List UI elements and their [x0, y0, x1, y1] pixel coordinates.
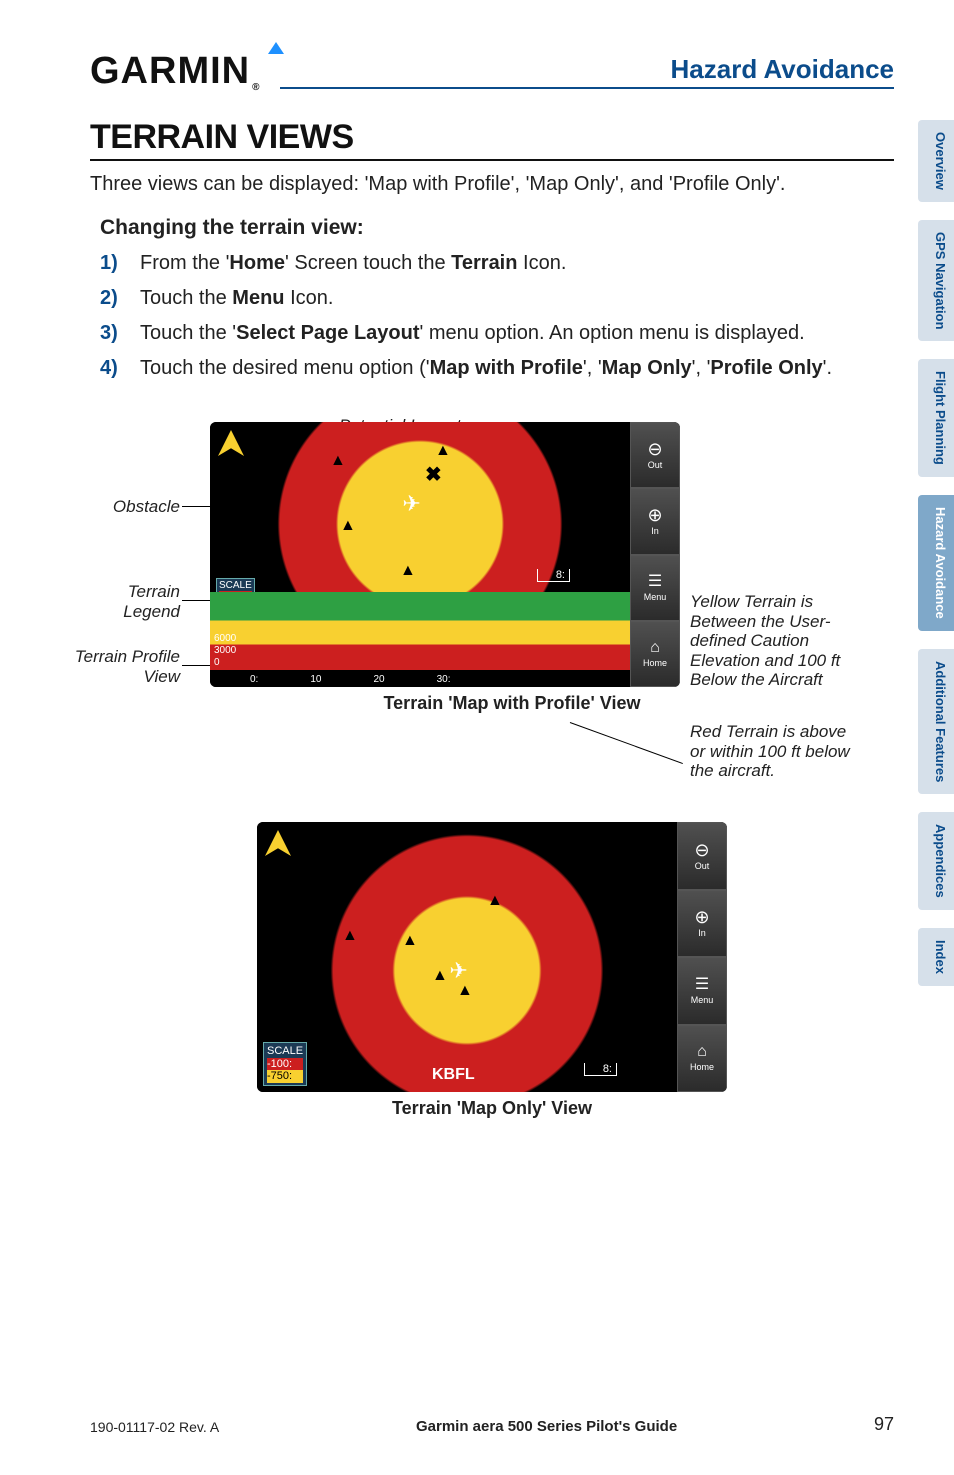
tab-index[interactable]: Index — [918, 928, 954, 986]
chapter-title: Hazard Avoidance — [280, 54, 894, 89]
tab-hazard-avoidance[interactable]: Hazard Avoidance — [918, 495, 954, 631]
procedure-steps: 1) From the 'Home' Screen touch the Terr… — [100, 250, 894, 382]
annot-red-terrain: Red Terrain is above or within 100 ft be… — [690, 722, 850, 781]
annot-profile-view: Terrain Profile View — [60, 647, 180, 686]
aircraft-icon: ✈ — [402, 491, 420, 517]
map-scale-bar: 8: — [537, 569, 570, 582]
terrain-map-area: ✈ ▲ ▲ ▲ ▲ ▲ ✖ 8: — [210, 422, 630, 592]
profile-y-axis: 6000 3000 0 — [214, 633, 236, 669]
tab-gps-navigation[interactable]: GPS Navigation — [918, 220, 954, 342]
obstacle-icon: ▲ — [400, 562, 416, 580]
north-arrow-icon — [218, 430, 244, 456]
tab-appendices[interactable]: Appendices — [918, 812, 954, 910]
minus-magnify-icon: ⊖ — [647, 440, 662, 458]
map-side-buttons: ⊖Out ⊕In ☰Menu ⌂Home — [630, 422, 680, 687]
registered-mark: ® — [252, 82, 260, 93]
footer-doc-title: Garmin aera 500 Series Pilot's Guide — [416, 1418, 677, 1435]
profile-x-axis: 0: 10 20 30: — [250, 674, 451, 685]
step-number: 4) — [100, 355, 140, 382]
step-body: Touch the 'Select Page Layout' menu opti… — [140, 320, 894, 347]
terrain-profile-area: 6000 3000 0 0: 10 20 30: — [210, 592, 630, 687]
obstacle-icon: ▲ — [487, 892, 503, 910]
plus-magnify-icon: ⊕ — [647, 506, 662, 524]
logo-triangle-icon — [268, 42, 284, 54]
figure1-caption: Terrain 'Map with Profile' View — [130, 693, 894, 714]
step-body: From the 'Home' Screen touch the Terrain… — [140, 250, 894, 277]
obstacle-icon: ▲ — [340, 517, 356, 535]
step-3: 3) Touch the 'Select Page Layout' menu o… — [100, 320, 894, 347]
minus-magnify-icon: ⊖ — [694, 841, 709, 859]
figure2-caption: Terrain 'Map Only' View — [90, 1098, 894, 1119]
step-4: 4) Touch the desired menu option ('Map w… — [100, 355, 894, 382]
step-1: 1) From the 'Home' Screen touch the Terr… — [100, 250, 894, 277]
obstacle-icon: ▲ — [432, 967, 448, 985]
terrain-map-area: ✈ ▲ ▲ ▲ ▲ ▲ KBFL 8: — [257, 822, 677, 1092]
tab-flight-planning[interactable]: Flight Planning — [918, 359, 954, 477]
annot-obstacle: Obstacle — [80, 497, 180, 517]
home-icon: ⌂ — [650, 640, 660, 656]
zoom-in-button[interactable]: ⊕In — [630, 488, 680, 554]
zoom-in-button[interactable]: ⊕In — [677, 890, 727, 958]
menu-button[interactable]: ☰Menu — [677, 957, 727, 1025]
figure-map-only: ✈ ▲ ▲ ▲ ▲ ▲ KBFL 8: SCALE -100: -750: ⊖O… — [90, 822, 894, 1119]
brand-logo: GARMIN® — [90, 50, 260, 93]
terrain-legend-box: SCALE -100: -750: — [263, 1042, 307, 1086]
airport-label: KBFL — [432, 1066, 475, 1084]
impact-point-icon: ✖ — [425, 462, 442, 487]
plus-magnify-icon: ⊕ — [694, 908, 709, 926]
step-body: Touch the Menu Icon. — [140, 285, 894, 312]
page-footer: 190-01117-02 Rev. A Garmin aera 500 Seri… — [90, 1414, 894, 1435]
tab-additional-features[interactable]: Additional Features — [918, 649, 954, 794]
north-arrow-icon — [265, 830, 291, 856]
step-number: 1) — [100, 250, 140, 277]
brand-text: GARMIN — [90, 50, 250, 93]
zoom-out-button[interactable]: ⊖Out — [677, 822, 727, 890]
page-header: GARMIN® Hazard Avoidance — [90, 50, 894, 93]
obstacle-icon: ▲ — [435, 442, 451, 460]
annot-yellow-terrain: Yellow Terrain is Between the User-defin… — [690, 592, 860, 690]
menu-button[interactable]: ☰Menu — [630, 555, 680, 621]
home-icon: ⌂ — [697, 1044, 707, 1060]
obstacle-icon: ▲ — [402, 932, 418, 950]
home-button[interactable]: ⌂Home — [630, 621, 680, 687]
map-scale-bar: 8: — [584, 1063, 617, 1076]
step-2: 2) Touch the Menu Icon. — [100, 285, 894, 312]
page-number: 97 — [874, 1414, 894, 1435]
home-button[interactable]: ⌂Home — [677, 1025, 727, 1093]
obstacle-icon: ▲ — [240, 457, 256, 475]
section-heading: TERRAIN VIEWS — [90, 118, 894, 161]
zoom-out-button[interactable]: ⊖Out — [630, 422, 680, 488]
map-side-buttons: ⊖Out ⊕In ☰Menu ⌂Home — [677, 822, 727, 1092]
screenshot-map-only: ✈ ▲ ▲ ▲ ▲ ▲ KBFL 8: SCALE -100: -750: ⊖O… — [257, 822, 727, 1092]
step-number: 3) — [100, 320, 140, 347]
step-body: Touch the desired menu option ('Map with… — [140, 355, 894, 382]
intro-text: Three views can be displayed: 'Map with … — [90, 171, 894, 198]
menu-icon: ☰ — [648, 574, 662, 590]
screenshot-map-with-profile: ✈ ▲ ▲ ▲ ▲ ▲ ✖ 8: SCALE -100: -1000: 6000… — [210, 422, 680, 687]
tab-overview[interactable]: Overview — [918, 120, 954, 202]
footer-revision: 190-01117-02 Rev. A — [90, 1419, 219, 1435]
obstacle-icon: ▲ — [342, 927, 358, 945]
annot-terrain-legend: Terrain Legend — [80, 582, 180, 621]
menu-icon: ☰ — [695, 977, 709, 993]
obstacle-icon: ▲ — [457, 982, 473, 1000]
aircraft-icon: ✈ — [449, 958, 467, 984]
step-number: 2) — [100, 285, 140, 312]
figure-map-with-profile: Potential Impact Point Obstacle Terrain … — [90, 422, 894, 802]
procedure-heading: Changing the terrain view: — [100, 216, 894, 240]
side-tabs: Overview GPS Navigation Flight Planning … — [918, 120, 954, 986]
obstacle-icon: ▲ — [330, 452, 346, 470]
